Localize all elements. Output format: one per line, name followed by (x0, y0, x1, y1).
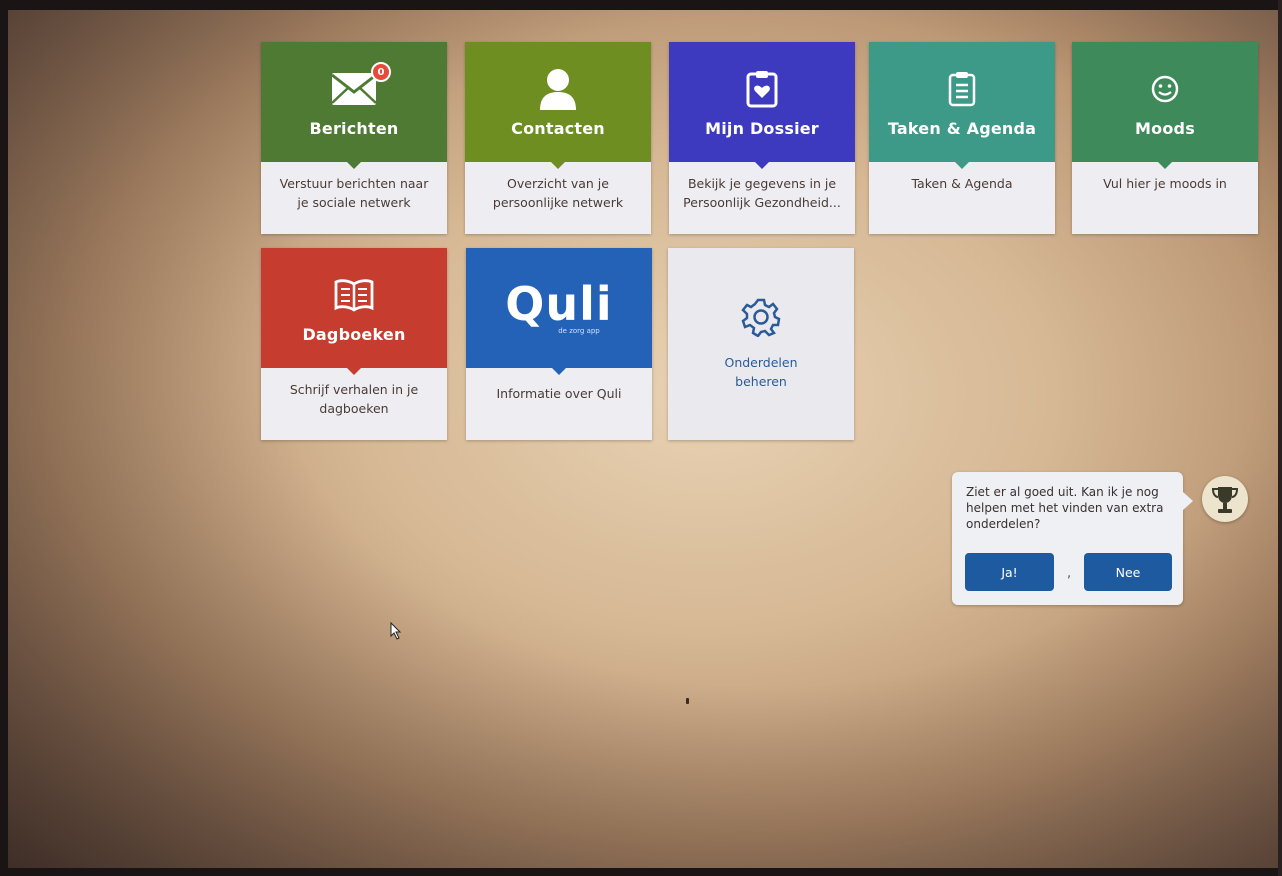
trophy-icon (1211, 487, 1239, 513)
tile-contacten-title: Contacten (511, 118, 605, 138)
person-icon (538, 67, 578, 111)
tile-contacten-header: Contacten (465, 42, 651, 169)
tile-taken-agenda[interactable]: Taken & Agenda Taken & Agenda (869, 42, 1055, 234)
tile-contacten[interactable]: Contacten Overzicht van je persoonlijke … (465, 42, 651, 234)
smiley-icon (1150, 67, 1180, 111)
screen-bezel-left (0, 0, 8, 876)
tile-berichten-header: Berichten 0 (261, 42, 447, 169)
tile-mijn-dossier-header: Mijn Dossier (669, 42, 855, 169)
tile-berichten[interactable]: Berichten 0 Verstuur berichten naar je s… (261, 42, 447, 234)
yes-button[interactable]: Ja! (965, 553, 1054, 591)
tile-taken-agenda-description: Taken & Agenda (869, 162, 1055, 234)
tile-dagboeken-header: Dagboeken (261, 248, 447, 375)
tile-moods-description: Vul hier je moods in (1072, 162, 1258, 234)
gear-icon (741, 297, 781, 341)
button-separator: , (1067, 566, 1072, 581)
tile-dagboeken-description: Schrijf verhalen in je dagboeken (261, 368, 447, 440)
tile-moods-header: Moods (1072, 42, 1258, 169)
clipboard-list-icon (948, 67, 976, 111)
tile-quli-description: Informatie over Quli (466, 368, 652, 440)
tile-moods-title: Moods (1135, 118, 1195, 138)
screen-bezel-top (0, 0, 1282, 10)
tile-quli[interactable]: Quli de zorg app Informatie over Quli (466, 248, 652, 440)
assistant-speech-bubble: Ziet er al goed uit. Kan ik je nog helpe… (952, 472, 1193, 605)
unread-count-badge: 0 (371, 62, 391, 82)
tile-berichten-description: Verstuur berichten naar je sociale netwe… (261, 162, 447, 234)
tile-mijn-dossier-title: Mijn Dossier (705, 118, 819, 138)
tile-mijn-dossier-description: Bekijk je gegevens in je Persoonlijk Gez… (669, 162, 855, 234)
tile-dagboeken[interactable]: Dagboeken Schrijf verhalen in je dagboek… (261, 248, 447, 440)
tile-taken-agenda-header: Taken & Agenda (869, 42, 1055, 169)
no-button[interactable]: Nee (1084, 553, 1172, 591)
screen-bezel-bottom (0, 868, 1282, 876)
tile-moods[interactable]: Moods Vul hier je moods in (1072, 42, 1258, 234)
screen-bezel-right (1278, 0, 1282, 876)
clipboard-heart-icon (746, 67, 778, 111)
assistant-message: Ziet er al goed uit. Kan ik je nog helpe… (966, 485, 1164, 531)
tile-taken-agenda-title: Taken & Agenda (887, 118, 1037, 138)
tile-dagboeken-title: Dagboeken (302, 324, 406, 344)
tile-onderdelen-beheren-label: Onderdelen beheren (724, 355, 798, 389)
tile-onderdelen-beheren[interactable]: Onderdelen beheren (668, 248, 854, 440)
tile-berichten-title: Berichten (309, 118, 399, 138)
mouse-pointer (390, 621, 402, 644)
tile-contacten-description: Overzicht van je persoonlijke netwerk (465, 162, 651, 234)
open-book-icon (334, 273, 374, 317)
tile-mijn-dossier[interactable]: Mijn Dossier Bekijk je gegevens in je Pe… (669, 42, 855, 234)
assistant-trophy-avatar[interactable] (1202, 476, 1248, 522)
quli-logo: Quli (505, 277, 613, 331)
tile-quli-header: Quli de zorg app (466, 248, 652, 375)
screen-speck (686, 698, 689, 704)
quli-tagline: de zorg app (558, 327, 600, 335)
